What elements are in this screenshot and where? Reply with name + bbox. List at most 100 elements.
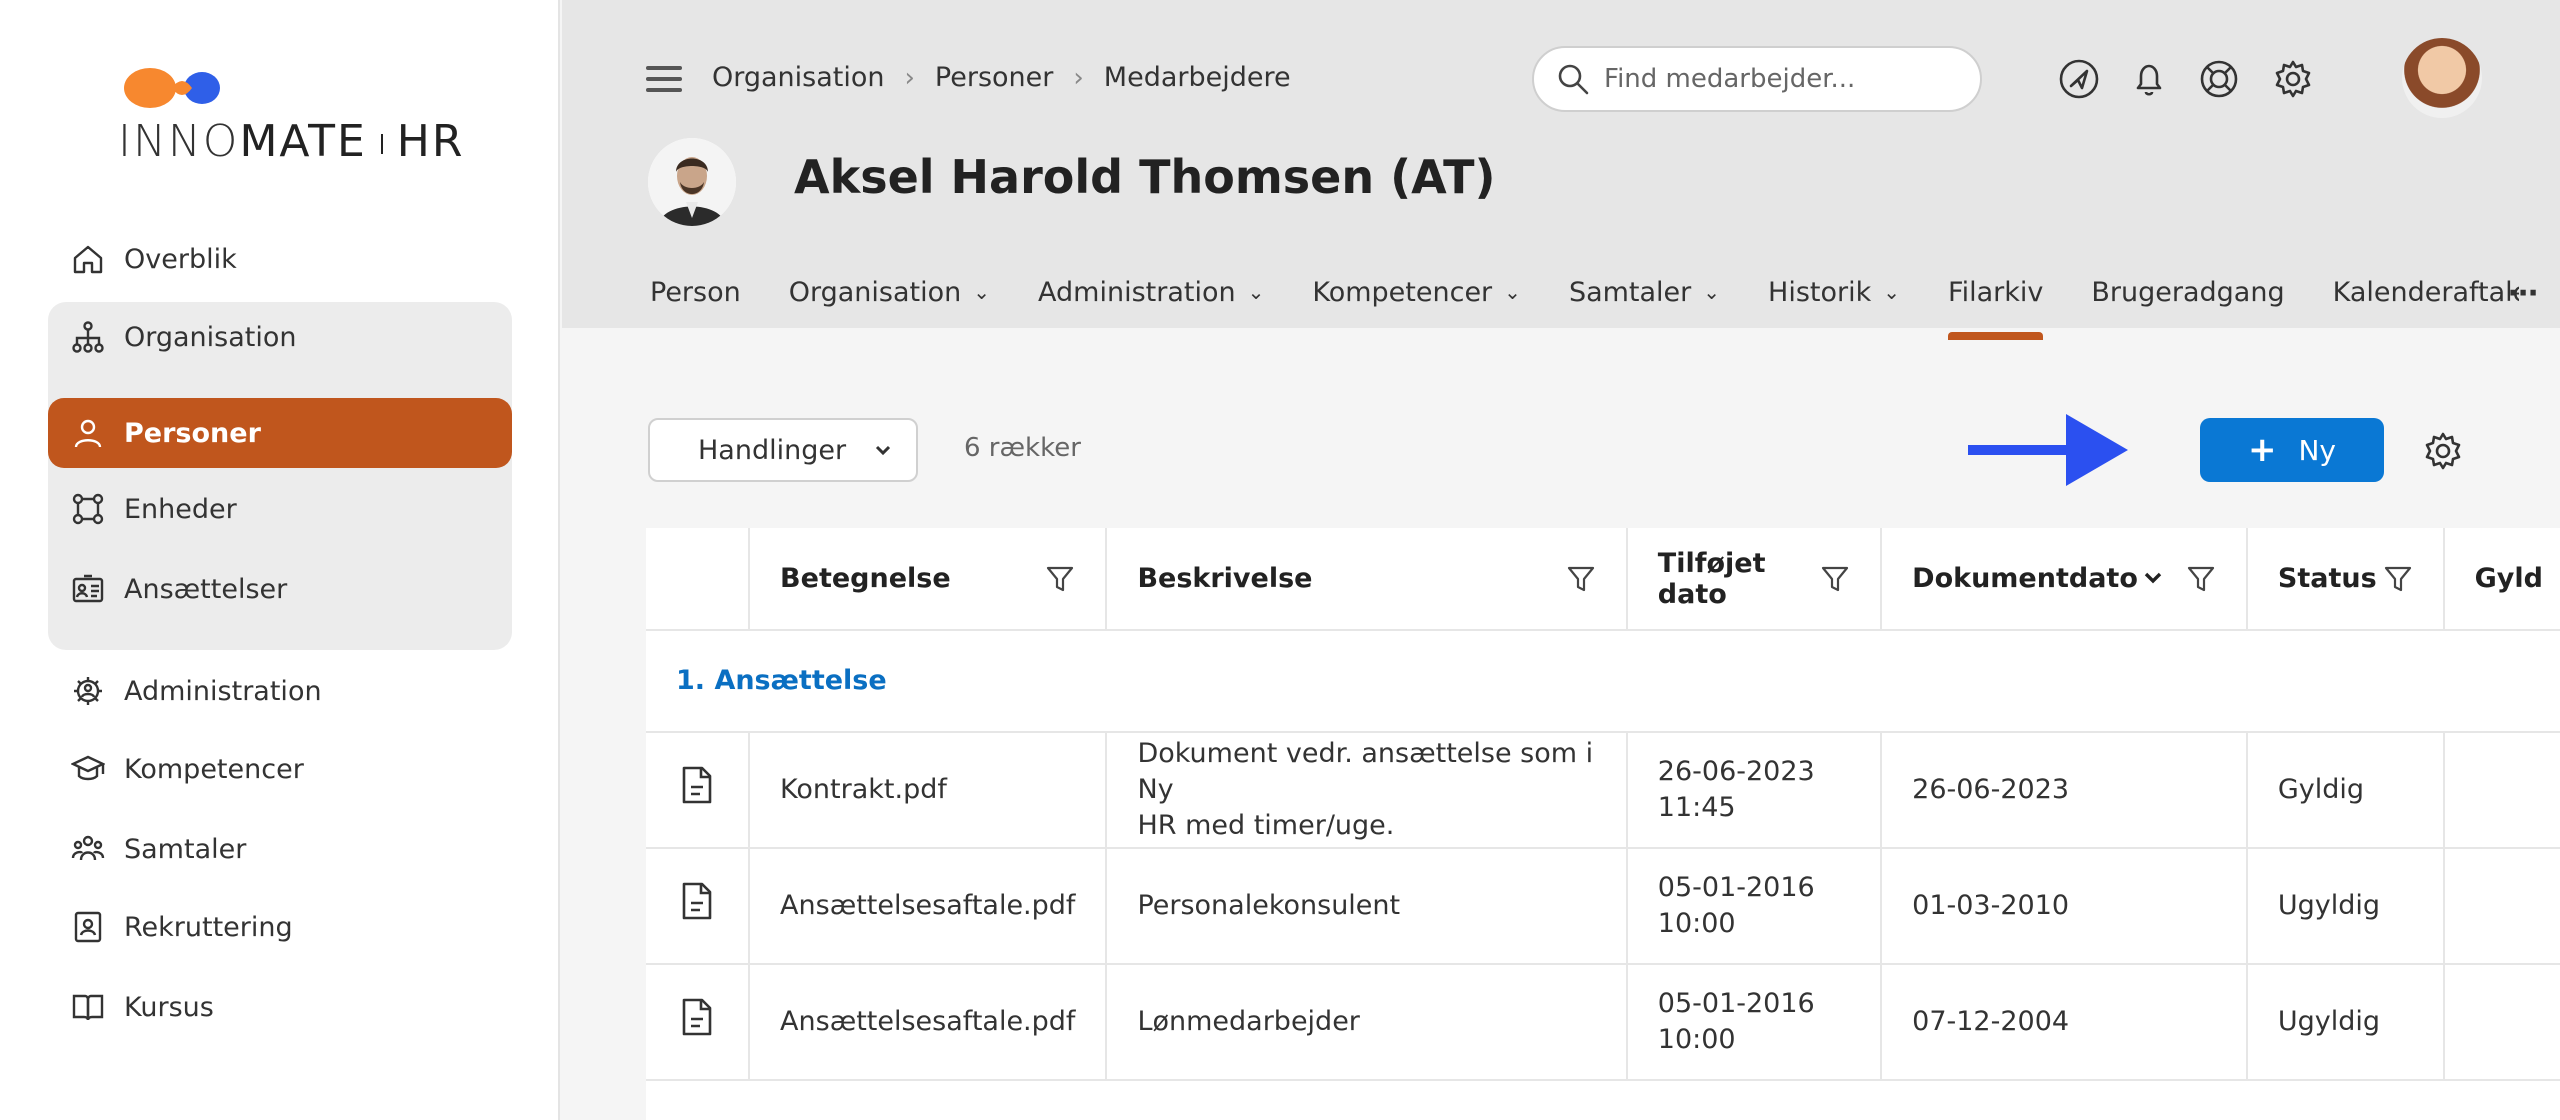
sidebar-item-label: Kompetencer <box>124 753 304 785</box>
sidebar-item-personer[interactable]: Personer <box>48 398 512 468</box>
sidebar-item-administration[interactable]: Administration <box>48 656 512 726</box>
table-settings-gear-icon[interactable] <box>2422 430 2464 472</box>
group-row[interactable]: 1. Ansættelse <box>646 630 2560 733</box>
logo-mark-icon <box>124 68 220 108</box>
files-table: Betegnelse Beskrivelse Tilføjet dato Dok… <box>646 528 2560 1120</box>
graduation-cap-icon <box>70 751 106 787</box>
help-lifebuoy-icon[interactable] <box>2198 58 2240 100</box>
person-icon <box>70 415 106 451</box>
document-icon <box>682 766 712 804</box>
user-avatar[interactable] <box>2402 38 2482 118</box>
cell-gyldig <box>2443 732 2560 849</box>
id-card-icon <box>70 571 106 607</box>
table-row[interactable]: Kontrakt.pdf Dokument vedr. ansættelse s… <box>646 732 2560 849</box>
column-header-status[interactable]: Status <box>2246 528 2445 631</box>
breadcrumb-medarbejdere[interactable]: Medarbejdere <box>1104 62 1291 93</box>
cell-status: Gyldig <box>2246 732 2445 849</box>
filter-icon[interactable] <box>1820 564 1850 594</box>
more-tabs-icon[interactable]: ⋯ <box>2508 276 2540 311</box>
breadcrumb-personer[interactable]: Personer <box>935 62 1053 93</box>
page-header: Organisation › Personer › Medarbejdere F… <box>562 0 2560 340</box>
plus-icon: + <box>2247 430 2277 470</box>
filter-icon[interactable] <box>2383 564 2413 594</box>
sort-desc-icon[interactable] <box>2138 564 2168 594</box>
cell-status: Ugyldig <box>2246 848 2445 965</box>
main-content: Organisation › Personer › Medarbejdere F… <box>562 0 2560 1120</box>
chevron-right-icon: › <box>904 62 915 93</box>
tab-historik[interactable]: Historik ⌄ <box>1768 270 1900 314</box>
chevron-down-icon: ⌄ <box>973 280 991 304</box>
sidebar-item-samtaler[interactable]: Samtaler <box>48 814 512 884</box>
tab-kompetencer[interactable]: Kompetencer ⌄ <box>1312 270 1521 314</box>
sidebar-item-rekruttering[interactable]: Rekruttering <box>48 892 512 962</box>
bell-icon[interactable] <box>2128 58 2170 100</box>
sidebar-item-label: Enheder <box>124 493 237 525</box>
tab-brugeradgang[interactable]: Brugeradgang <box>2091 270 2284 314</box>
search-input[interactable] <box>1604 64 1964 94</box>
badge-icon <box>70 909 106 945</box>
chevron-down-icon <box>875 445 891 456</box>
actions-label: Handlinger <box>698 434 847 466</box>
search-box[interactable] <box>1532 46 1982 112</box>
column-header-dokumentdato[interactable]: Dokumentdato <box>1881 528 2248 631</box>
logo-text: INNOMATE HR <box>118 116 465 167</box>
tab-person[interactable]: Person <box>650 270 741 314</box>
header-icon-col <box>646 528 751 631</box>
arrow-pointer-icon <box>1968 414 2128 486</box>
file-icon-cell <box>646 964 751 1081</box>
units-icon <box>70 491 106 527</box>
column-header-beskrivelse[interactable]: Beskrivelse <box>1106 528 1628 631</box>
cell-beskrivelse: Personalekonsulent <box>1106 848 1628 965</box>
sidebar-item-label: Samtaler <box>124 833 247 865</box>
column-header-betegnelse[interactable]: Betegnelse <box>749 528 1108 631</box>
sidebar-item-organisation[interactable]: Organisation <box>48 302 512 372</box>
sidebar-item-overblik[interactable]: Overblik <box>48 224 512 294</box>
breadcrumb-organisation[interactable]: Organisation <box>712 62 885 93</box>
sidebar-item-kursus[interactable]: Kursus <box>48 972 512 1042</box>
new-button[interactable]: + Ny <box>2200 418 2384 482</box>
cell-dokumentdato: 07-12-2004 <box>1881 964 2248 1081</box>
innomate-logo[interactable]: INNOMATE HR <box>118 60 462 170</box>
table-row[interactable]: Ansættelsesaftale.pdf Personalekonsulent… <box>646 848 2560 965</box>
chevron-down-icon: ⌄ <box>1504 280 1521 304</box>
search-icon <box>1558 64 1589 95</box>
tab-kalenderaftaler[interactable]: Kalenderaftaler <box>2333 270 2519 314</box>
cell-dokumentdato: 01-03-2010 <box>1881 848 2248 965</box>
group-label[interactable]: 1. Ansættelse <box>646 630 2560 733</box>
tab-organisation[interactable]: Organisation ⌄ <box>789 270 990 314</box>
navigate-icon[interactable] <box>2058 58 2100 100</box>
hamburger-menu-icon[interactable] <box>646 66 682 92</box>
tab-administration[interactable]: Administration ⌄ <box>1038 270 1264 314</box>
sidebar: INNOMATE HR Overblik Organisation Persone… <box>0 0 560 1120</box>
filter-icon[interactable] <box>1566 564 1596 594</box>
table-header-row: Betegnelse Beskrivelse Tilføjet dato Dok… <box>646 528 2560 631</box>
filter-icon[interactable] <box>2186 564 2216 594</box>
breadcrumb: Organisation › Personer › Medarbejdere <box>712 62 1291 93</box>
column-header-gyldig[interactable]: Gyld <box>2443 528 2560 631</box>
sidebar-item-enheder[interactable]: Enheder <box>48 474 512 544</box>
column-header-tilfoejet-dato[interactable]: Tilføjet dato <box>1626 528 1883 631</box>
chevron-right-icon: › <box>1073 62 1084 93</box>
cell-gyldig <box>2443 848 2560 965</box>
cell-gyldig <box>2443 964 2560 1081</box>
file-icon-cell <box>646 848 751 965</box>
cell-tilfoejet-dato: 05-01-2016 10:00 <box>1626 848 1883 965</box>
cell-beskrivelse: Lønmedarbejder <box>1106 964 1628 1081</box>
people-group-icon <box>70 831 106 867</box>
cell-tilfoejet-dato: 26-06-2023 11:45 <box>1626 732 1883 849</box>
chevron-down-icon: ⌄ <box>1883 280 1901 304</box>
cell-betegnelse: Kontrakt.pdf <box>749 732 1108 849</box>
book-icon <box>70 989 106 1025</box>
table-row[interactable]: Ansættelsesaftale.pdf Lønmedarbejder 05-… <box>646 964 2560 1081</box>
tab-filarkiv[interactable]: Filarkiv <box>1948 270 2044 340</box>
actions-dropdown[interactable]: Handlinger <box>648 418 918 482</box>
sidebar-item-label: Ansættelser <box>124 573 288 605</box>
sidebar-item-ansaettelser[interactable]: Ansættelser <box>48 554 512 624</box>
chevron-down-icon: ⌄ <box>1247 280 1265 304</box>
settings-gear-icon[interactable] <box>2272 58 2314 100</box>
tab-samtaler[interactable]: Samtaler ⌄ <box>1569 270 1720 314</box>
sidebar-item-kompetencer[interactable]: Kompetencer <box>48 734 512 804</box>
sidebar-item-label: Administration <box>124 675 322 707</box>
filter-icon[interactable] <box>1045 564 1075 594</box>
org-chart-icon <box>70 319 106 355</box>
